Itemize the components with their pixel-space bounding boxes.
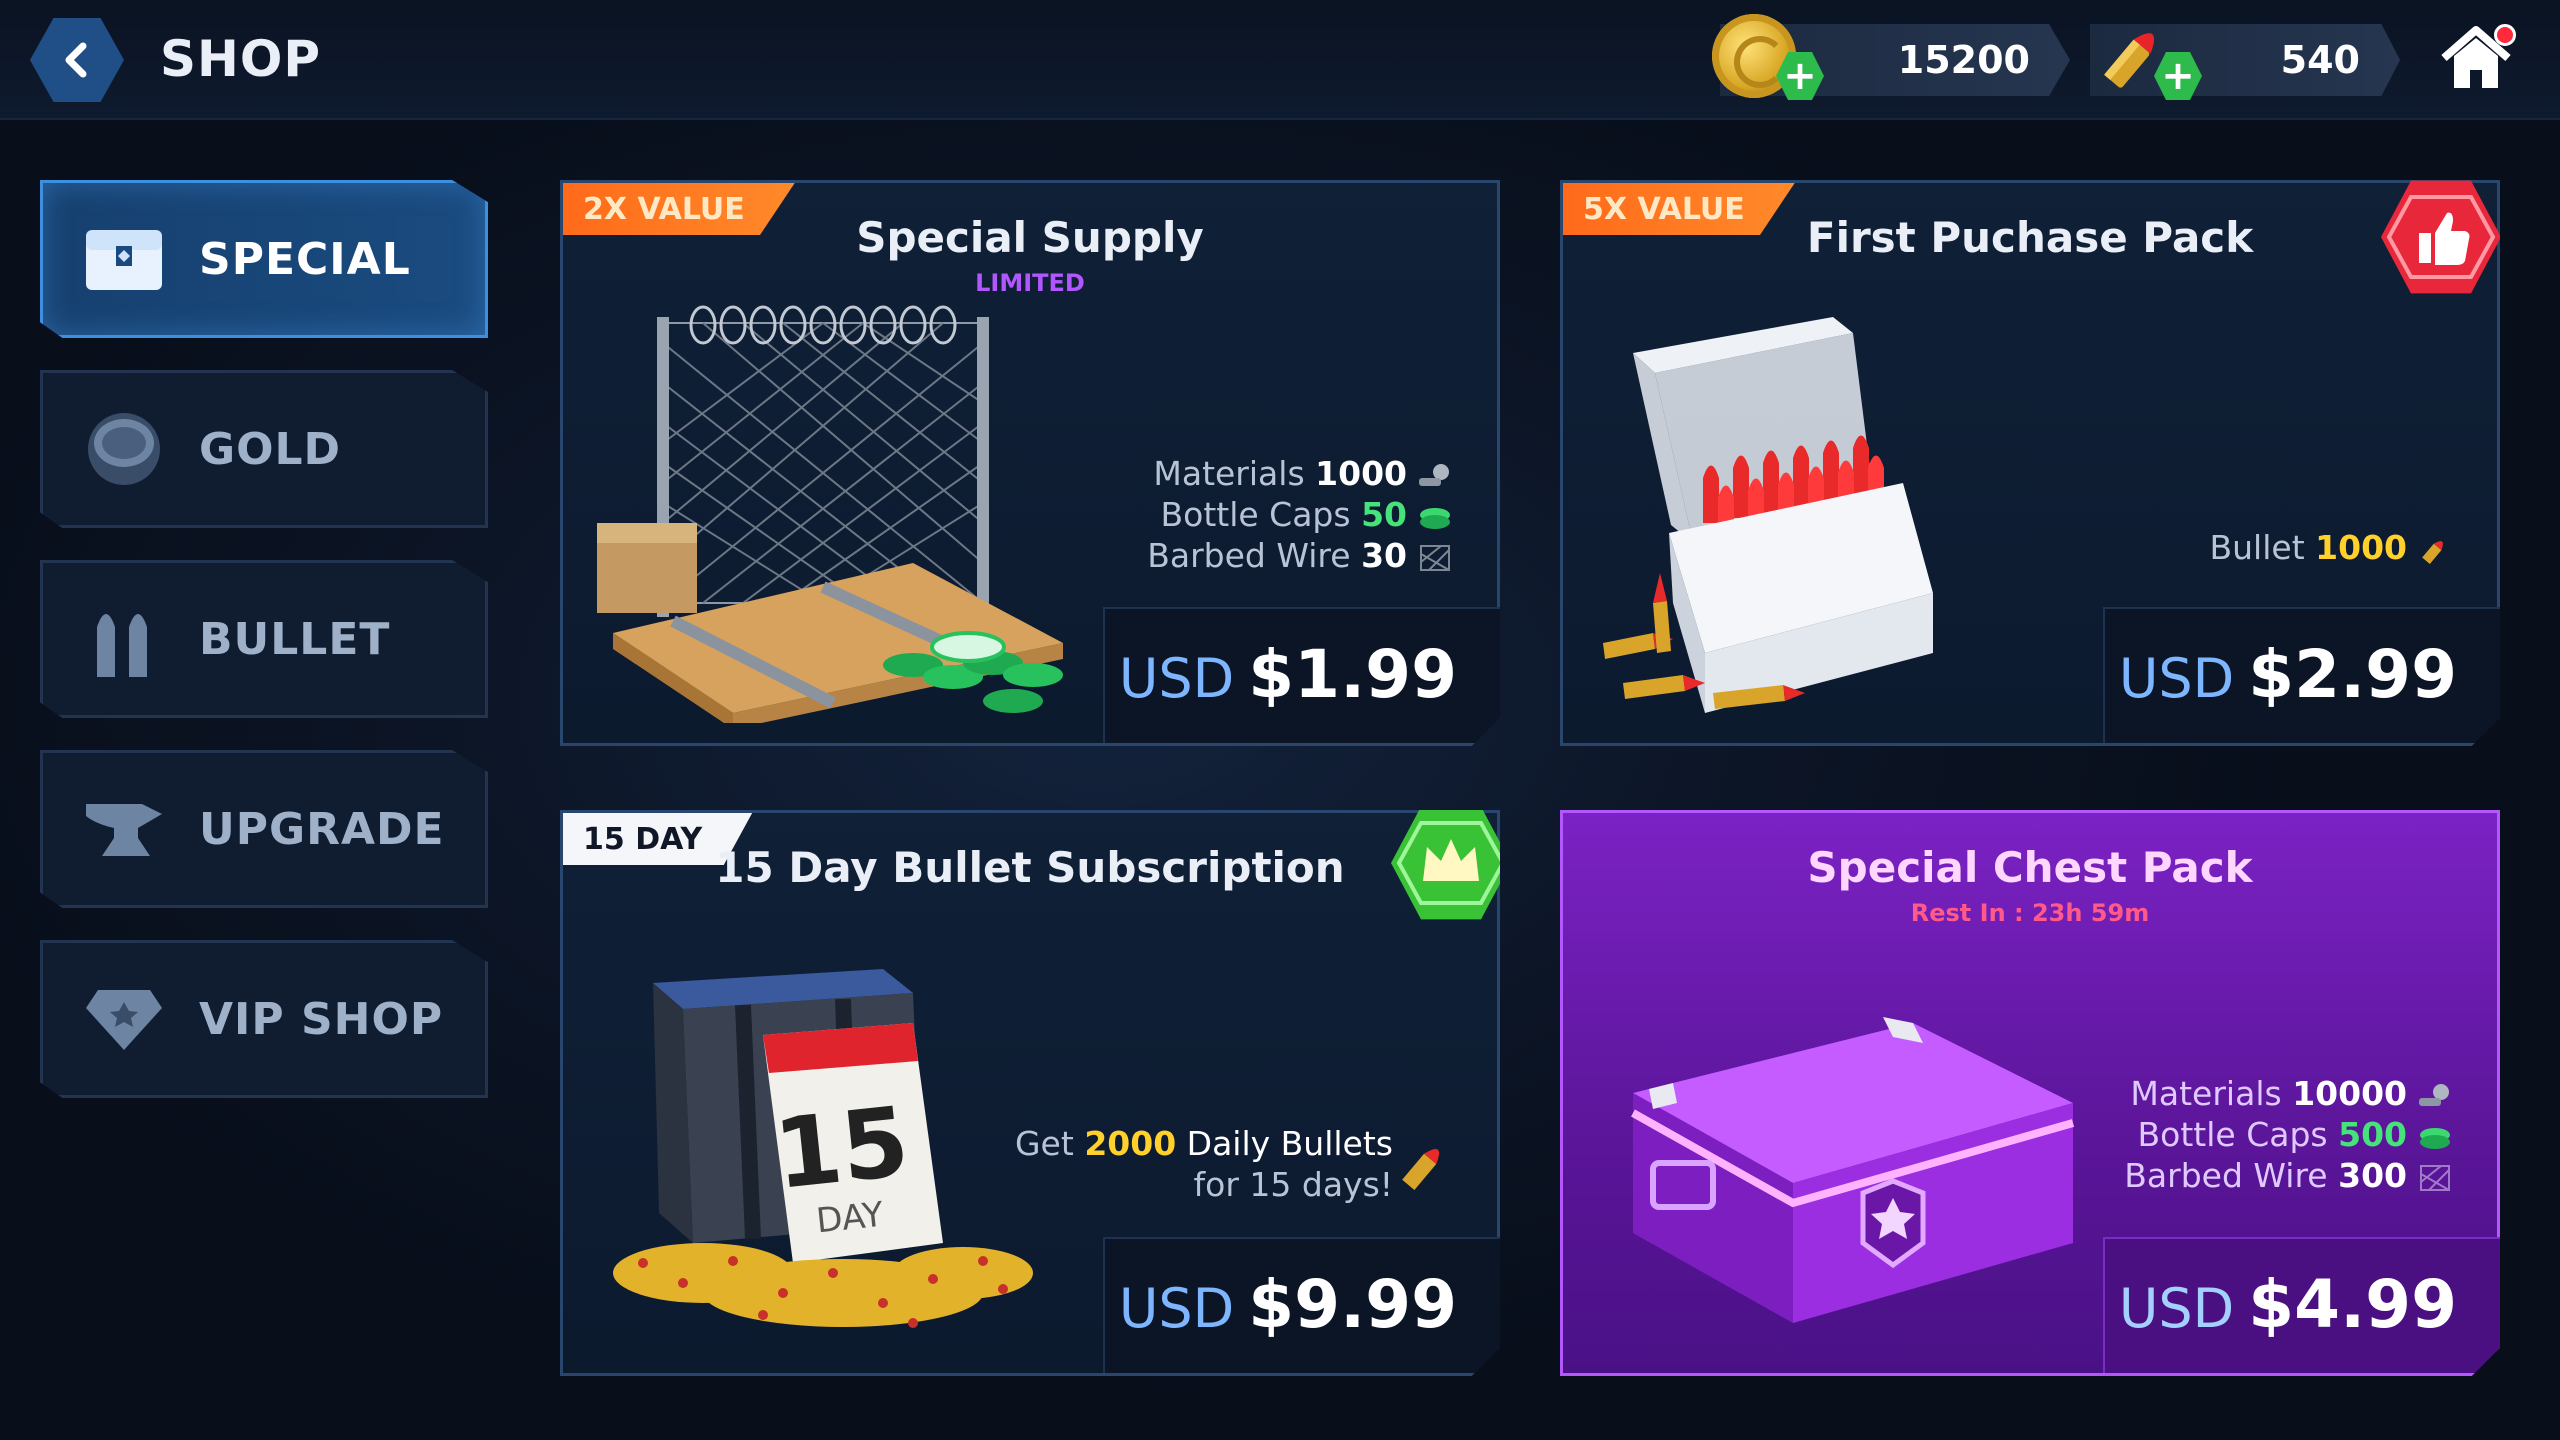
top-bar: SHOP 15200 + 540 +: [0, 0, 2560, 120]
price-button[interactable]: USD $4.99: [2119, 1266, 2457, 1343]
diamond-icon: [79, 974, 169, 1064]
item-row: Materials 1000: [1147, 453, 1453, 494]
card-title: Special Chest Pack: [1807, 843, 2253, 892]
sidebar-item-bullet[interactable]: BULLET: [40, 560, 488, 718]
calendar-label: DAY: [814, 1195, 885, 1242]
item-row: Materials 10000: [2124, 1073, 2453, 1114]
item-list: Bullet 1000: [2210, 527, 2454, 568]
sidebar-item-special[interactable]: SPECIAL: [40, 180, 488, 338]
timer-label: Rest In : 23h 59m: [1910, 899, 2150, 927]
supply-bundle-image: [597, 305, 1063, 723]
calendar-number: 15: [769, 1086, 914, 1211]
notification-dot: [2494, 24, 2516, 46]
materials-icon: [2419, 1083, 2449, 1106]
sidebar-item-label: SPECIAL: [199, 233, 411, 285]
item-list: Materials 10000 Bottle Caps 500 Barbed W…: [2124, 1073, 2453, 1196]
first-purchase-card[interactable]: 5X VALUE First Puchase Pack Bullet 1000 …: [1560, 180, 2500, 746]
bottle-cap-icon: [2420, 1127, 2450, 1149]
item-row: Bullet 1000: [2210, 527, 2454, 568]
coin-icon: [79, 404, 169, 494]
recommended-badge: [2381, 180, 2500, 294]
bullet-amount: 540: [2280, 38, 2360, 82]
bullet-small-icon: [2422, 540, 2443, 564]
chevron-left-icon: [65, 42, 87, 78]
price-button[interactable]: USD $2.99: [2119, 636, 2457, 713]
thumbs-up-icon: [2386, 195, 2496, 279]
sidebar-item-gold[interactable]: GOLD: [40, 370, 488, 528]
item-row: Bottle Caps 500: [2124, 1114, 2453, 1155]
sidebar-item-label: BULLET: [199, 613, 391, 665]
sidebar-item-upgrade[interactable]: UPGRADE: [40, 750, 488, 908]
anvil-icon: [79, 784, 169, 874]
price-button[interactable]: USD $9.99: [1119, 1266, 1457, 1343]
special-chest-card[interactable]: Special Chest Pack Rest In : 23h 59m Mat…: [1560, 810, 2500, 1376]
special-supply-card[interactable]: 2X VALUE Special Supply LIMITED Material…: [560, 180, 1500, 746]
item-list: Materials 1000 Bottle Caps 50 Barbed Wir…: [1147, 453, 1453, 576]
materials-icon: [1419, 463, 1449, 486]
bullet-crate-image: [1603, 317, 1933, 713]
price-button[interactable]: USD $1.99: [1119, 636, 1457, 713]
sidebar-item-vip-shop[interactable]: VIP SHOP: [40, 940, 488, 1098]
card-title: 15 Day Bullet Subscription: [715, 843, 1345, 892]
subscription-card[interactable]: 15 DAY 15 Day Bullet Subscription 15 DAY…: [560, 810, 1500, 1376]
gold-amount: 15200: [1897, 38, 2030, 82]
vip-crown-badge: [1391, 810, 1500, 920]
item-row: Bottle Caps 50: [1147, 494, 1453, 535]
purple-chest-image: [1631, 1017, 2075, 1323]
bullet-small-icon: [1402, 1148, 1439, 1191]
barbed-wire-icon: [1420, 544, 1450, 571]
subscription-description: Get 2000 Daily Bullets for 15 days!: [1014, 1124, 1393, 1204]
item-row: Barbed Wire 30: [1147, 535, 1453, 576]
card-title: Special Supply: [856, 213, 1204, 262]
subscription-crate-image: 15 DAY: [613, 969, 1033, 1328]
page-title: SHOP: [160, 30, 322, 88]
sidebar-item-label: UPGRADE: [199, 803, 445, 855]
bullets-icon: [79, 594, 169, 684]
barbed-wire-icon: [2420, 1164, 2450, 1191]
limited-label: LIMITED: [975, 269, 1085, 297]
chest-icon: [79, 214, 169, 304]
card-title: First Puchase Pack: [1806, 213, 2254, 262]
back-button[interactable]: [30, 18, 124, 102]
calendar-icon: 15 DAY: [763, 1023, 943, 1263]
sidebar-item-label: VIP SHOP: [199, 993, 444, 1045]
sidebar-item-label: GOLD: [199, 423, 342, 475]
crown-icon: [1396, 821, 1500, 905]
bottle-cap-icon: [1420, 507, 1450, 529]
item-row: Barbed Wire 300: [2124, 1155, 2453, 1196]
